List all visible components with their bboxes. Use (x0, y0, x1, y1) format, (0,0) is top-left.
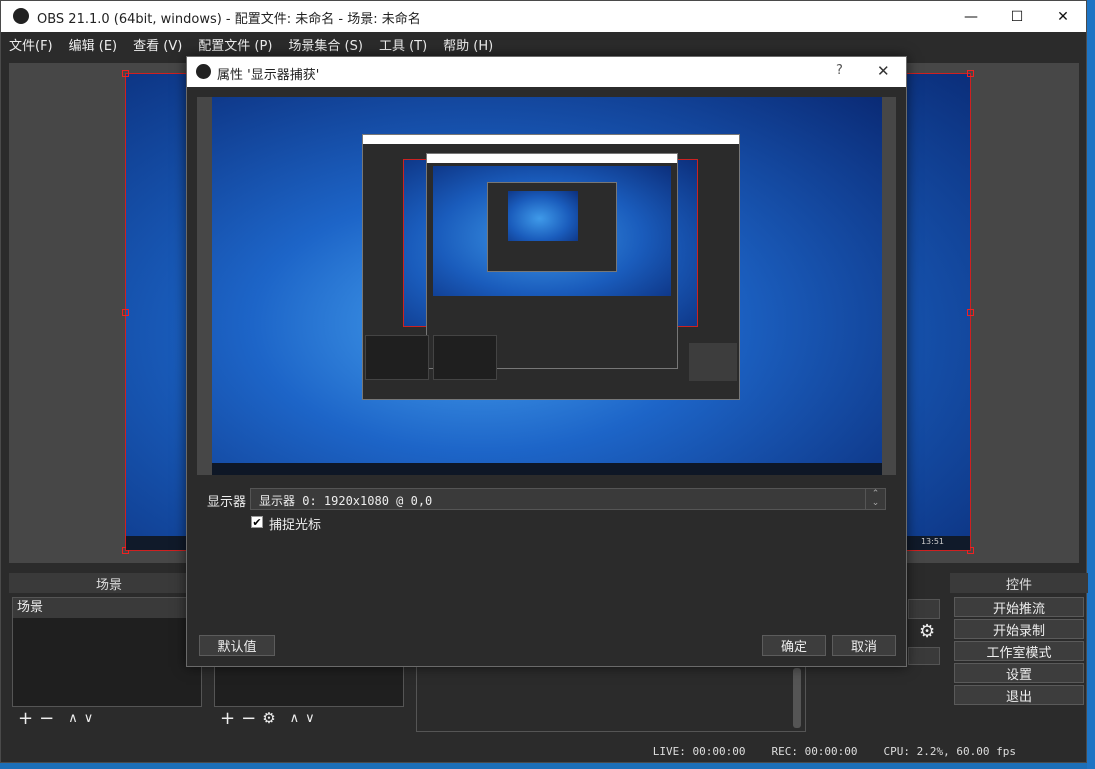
title-bar: OBS 21.1.0 (64bit, windows) - 配置文件: 未命名 … (1, 1, 1086, 32)
start-recording-button[interactable]: 开始录制 (954, 619, 1084, 639)
menu-edit[interactable]: 编辑 (E) (61, 35, 126, 54)
rec-status: REC: 00:00:00 (771, 744, 858, 758)
status-bar: LIVE: 00:00:00 REC: 00:00:00 CPU: 2.2%, … (1, 740, 1086, 762)
properties-dialog: 属性 '显示器捕获' ? ✕ 显示器 显示器 0: 1920x1080 @ 0,… (186, 56, 907, 667)
scene-item[interactable]: 场景 (13, 598, 201, 618)
menu-help[interactable]: 帮助 (H) (435, 35, 501, 54)
capture-cursor-checkbox[interactable]: ✔ (251, 516, 263, 528)
source-preview (197, 97, 896, 475)
move-down-icon[interactable]: ∨ (305, 711, 315, 726)
duration-spinner[interactable] (908, 647, 940, 665)
remove-icon[interactable]: − (241, 708, 256, 729)
maximize-button[interactable]: ☐ (994, 1, 1040, 32)
resize-handle[interactable] (967, 309, 974, 316)
menu-file[interactable]: 文件(F) (1, 35, 61, 54)
menu-view[interactable]: 查看 (V) (125, 35, 190, 54)
monitor-select-value: 显示器 0: 1920x1080 @ 0,0 (259, 494, 433, 508)
gear-icon[interactable]: ⚙ (262, 709, 275, 727)
move-up-icon[interactable]: ∧ (290, 711, 300, 726)
remove-icon[interactable]: − (39, 708, 54, 729)
dialog-title-bar: 属性 '显示器捕获' ? ✕ (187, 57, 906, 87)
source-preview-taskbar (212, 463, 882, 475)
add-icon[interactable]: + (220, 708, 235, 729)
minimize-button[interactable]: — (948, 1, 994, 32)
scenes-list[interactable]: 场景 (12, 597, 202, 707)
resize-handle[interactable] (967, 70, 974, 77)
source-preview-screen (212, 97, 882, 475)
transition-gear-icon[interactable]: ⚙ (919, 621, 935, 642)
help-button[interactable]: ? (836, 63, 843, 78)
move-up-icon[interactable]: ∧ (68, 711, 78, 726)
close-button[interactable]: ✕ (1040, 1, 1086, 32)
menu-scene-collection[interactable]: 场景集合 (S) (280, 35, 371, 54)
scenes-dock-header: 场景 (9, 573, 209, 593)
resize-handle[interactable] (122, 309, 129, 316)
obs-logo-icon (196, 64, 211, 79)
obs-logo-icon (13, 8, 29, 24)
controls-dock-header: 控件 (950, 573, 1088, 593)
live-status: LIVE: 00:00:00 (652, 744, 746, 758)
menu-tools[interactable]: 工具 (T) (371, 35, 435, 54)
ok-button[interactable]: 确定 (762, 635, 826, 656)
select-arrows-icon[interactable]: ⌃ ⌄ (865, 489, 885, 509)
studio-mode-button[interactable]: 工作室模式 (954, 641, 1084, 661)
dialog-title: 属性 '显示器捕获' (217, 68, 320, 83)
defaults-button[interactable]: 默认值 (199, 635, 275, 656)
cancel-button[interactable]: 取消 (832, 635, 896, 656)
menu-profile[interactable]: 配置文件 (P) (190, 35, 280, 54)
add-icon[interactable]: + (18, 708, 33, 729)
window-title: OBS 21.1.0 (64bit, windows) - 配置文件: 未命名 … (37, 12, 421, 27)
settings-button[interactable]: 设置 (954, 663, 1084, 683)
transition-spinner[interactable] (908, 599, 940, 619)
scenes-toolbar: + − ∧ ∨ (12, 705, 202, 731)
monitor-label: 显示器 (207, 495, 247, 510)
preview-taskbar-clock: 13:51 (920, 537, 944, 546)
dialog-close-button[interactable]: ✕ (877, 62, 890, 80)
resize-handle[interactable] (122, 70, 129, 77)
sources-toolbar: + − ⚙ ∧ ∨ (214, 705, 404, 731)
cpu-status: CPU: 2.2%, 60.00 fps (883, 744, 1016, 758)
move-down-icon[interactable]: ∨ (84, 711, 94, 726)
menu-bar: 文件(F) 编辑 (E) 查看 (V) 配置文件 (P) 场景集合 (S) 工具… (1, 32, 1086, 56)
monitor-select[interactable]: 显示器 0: 1920x1080 @ 0,0 ⌃ ⌄ (250, 488, 886, 510)
start-streaming-button[interactable]: 开始推流 (954, 597, 1084, 617)
nested-obs-window (362, 134, 740, 400)
mixer-scrollbar[interactable] (793, 668, 801, 728)
exit-button[interactable]: 退出 (954, 685, 1084, 705)
capture-cursor-label[interactable]: 捕捉光标 (269, 514, 321, 533)
desktop-background (1087, 0, 1095, 769)
